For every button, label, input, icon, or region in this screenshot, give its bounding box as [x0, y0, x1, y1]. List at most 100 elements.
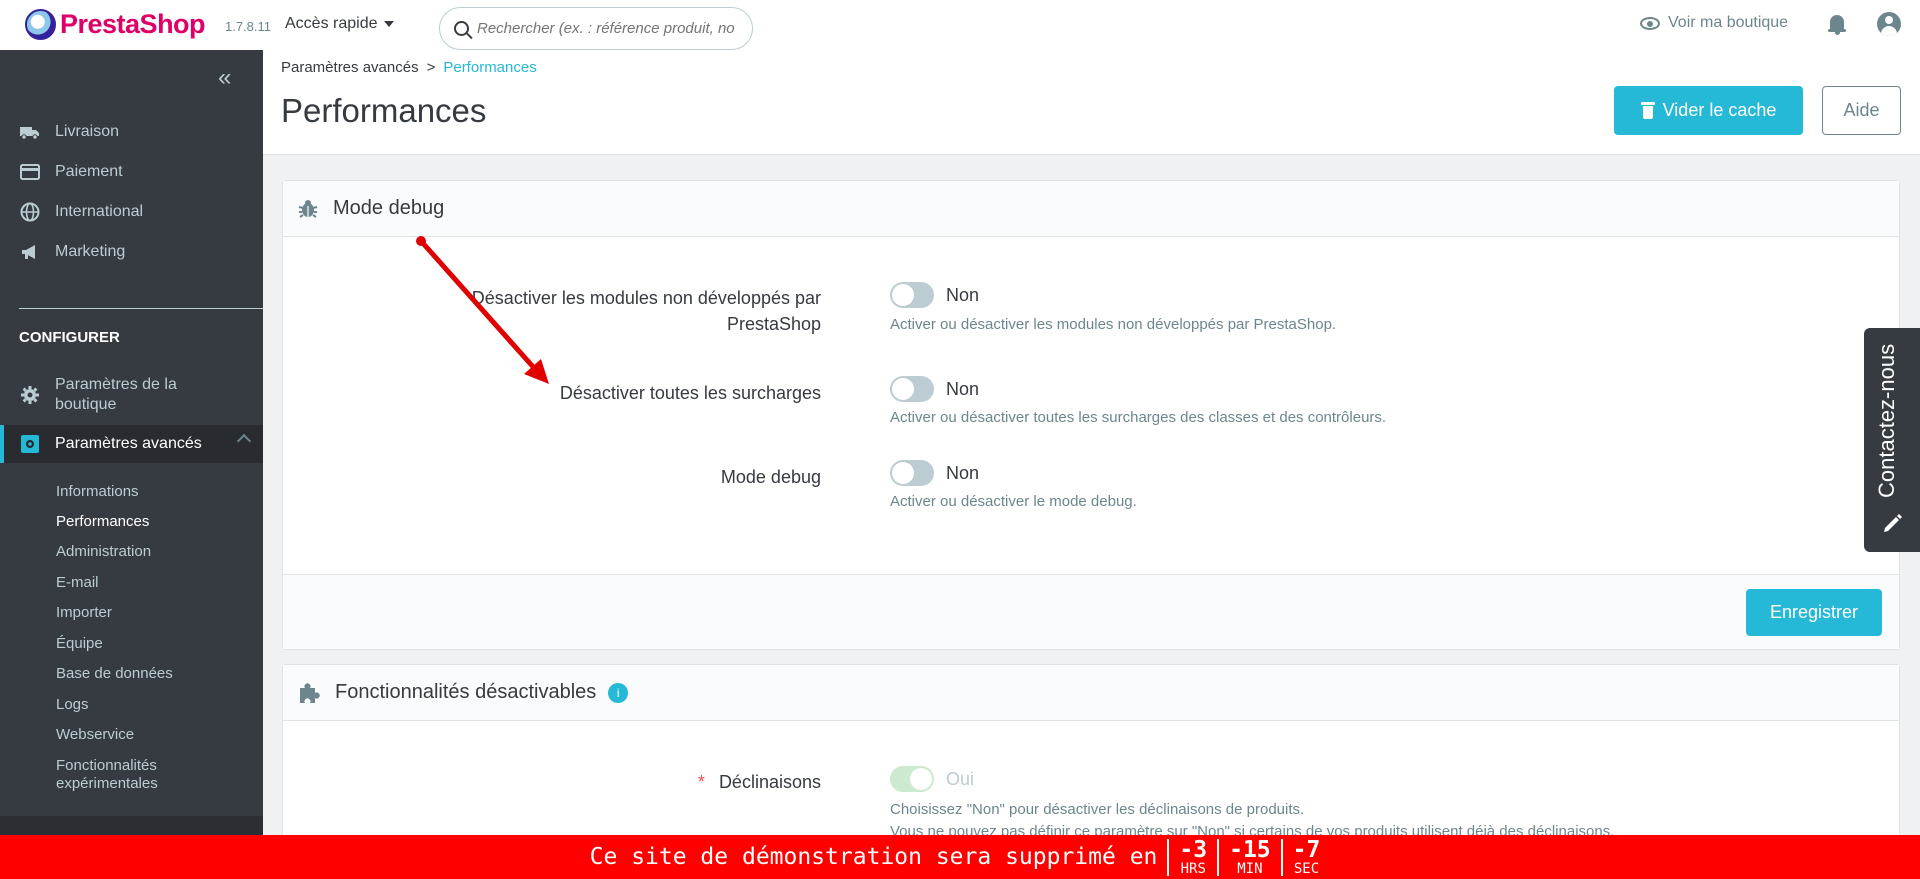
toggle-switch[interactable]: [890, 766, 934, 792]
notifications-bell-icon[interactable]: [1828, 15, 1846, 35]
sidebar-item-label: International: [55, 203, 144, 220]
puzzle-icon: [300, 682, 320, 703]
collapse-sidebar-icon[interactable]: «: [218, 64, 231, 92]
toggle-switch[interactable]: [890, 460, 934, 486]
help-text: Activer ou désactiver toutes les surchar…: [890, 409, 1387, 426]
countdown-minutes-value: -15: [1229, 836, 1271, 863]
page-title: Performances: [281, 92, 487, 129]
banner-text: Ce site de démonstration sera supprimé e…: [589, 844, 1158, 870]
submenu-item-performances[interactable]: Performances: [56, 513, 149, 530]
credit-card-icon: [20, 162, 40, 182]
sidebar-item-advanced-parameters[interactable]: Paramètres avancés: [0, 425, 263, 463]
form-label: * Déclinaisons: [401, 769, 821, 795]
form-label: Désactiver les modules non développés pa…: [471, 288, 821, 334]
info-icon[interactable]: i: [608, 682, 629, 703]
logo-text: PrestaShop: [60, 9, 206, 39]
view-shop-link[interactable]: Voir ma boutique: [1640, 14, 1788, 32]
search-icon: [454, 21, 469, 36]
toggle-value: Oui: [946, 769, 975, 789]
sidebar-item-international[interactable]: International: [0, 193, 263, 231]
countdown-seconds-unit: SEC: [1293, 860, 1320, 877]
sidebar-item-label: Marketing: [55, 243, 126, 260]
clear-cache-label: Vider le cache: [1662, 100, 1777, 120]
sidebar-section-title: CONFIGURER: [19, 329, 120, 346]
panel-heading: Fonctionnalités désactivables i: [283, 665, 1899, 721]
caret-down-icon: [383, 21, 394, 27]
submenu-item-team[interactable]: Équipe: [56, 635, 103, 652]
submenu-item-experimental-features[interactable]: Fonctionnalités expérimentales: [56, 757, 206, 793]
gear-icon: [20, 385, 40, 405]
contact-us-label: Contactez-nous: [1874, 343, 1899, 498]
form-label-text: Déclinaisons: [718, 772, 821, 792]
sidebar-item-label: Paiement: [55, 163, 123, 180]
trash-icon: [1640, 102, 1655, 119]
megaphone-icon: [20, 242, 40, 262]
contact-us-tab[interactable]: Contactez-nous: [1864, 328, 1920, 552]
countdown-hours: -3 HRS: [1167, 836, 1217, 877]
submenu-item-informations[interactable]: Informations: [56, 483, 139, 500]
countdown-minutes: -15 MIN: [1217, 836, 1281, 877]
page-header: Paramètres avancés > Performances Perfor…: [263, 50, 1920, 155]
countdown-hours-value: -3: [1179, 836, 1208, 863]
chevron-up-icon: [236, 433, 252, 449]
sidebar-item-marketing[interactable]: Marketing: [0, 233, 263, 271]
form-label: Désactiver toutes les surcharges: [559, 383, 821, 403]
submenu-item-import[interactable]: Importer: [56, 604, 112, 621]
top-header: PrestaShop 1.7.8.11 Accès rapide Voir ma…: [0, 0, 1920, 50]
panel-heading: Mode debug: [283, 181, 1899, 237]
submenu-item-webservice[interactable]: Webservice: [56, 726, 134, 743]
form-label: Mode debug: [720, 467, 821, 487]
help-button[interactable]: Aide: [1822, 86, 1901, 135]
pencil-icon: [1884, 514, 1902, 532]
sidebar-item-label: Livraison: [55, 123, 120, 140]
help-text: Activer ou désactiver les modules non dé…: [890, 316, 1337, 333]
sidebar-item-paiement[interactable]: Paiement: [0, 153, 263, 191]
panel-footer: Enregistrer: [283, 574, 1899, 649]
panel-title: Mode debug: [333, 197, 445, 219]
breadcrumb-current[interactable]: Performances: [443, 59, 536, 76]
quick-access-label: Accès rapide: [285, 15, 378, 32]
countdown-hours-unit: HRS: [1180, 860, 1206, 877]
help-text: Activer ou désactiver le mode debug.: [890, 493, 1137, 510]
quick-access-dropdown[interactable]: Accès rapide: [285, 15, 394, 33]
toggle-value: Non: [946, 463, 980, 483]
sidebar: « Livraison Paiement International Marke…: [0, 50, 263, 879]
toggle-value: Non: [946, 285, 980, 305]
bug-icon: [298, 199, 318, 218]
breadcrumb: Paramètres avancés > Performances: [281, 59, 537, 76]
sidebar-divider: [19, 308, 263, 309]
view-shop-label: Voir ma boutique: [1668, 14, 1789, 31]
truck-icon: [20, 122, 40, 142]
settings-icon: [20, 434, 40, 454]
save-button[interactable]: Enregistrer: [1746, 589, 1882, 636]
demo-countdown-banner: Ce site de démonstration sera supprimé e…: [0, 835, 1920, 879]
submenu-item-email[interactable]: E-mail: [56, 574, 99, 591]
logo-icon: [25, 9, 56, 40]
version-label: 1.7.8.11: [225, 19, 272, 34]
help-text: Choisissez "Non" pour désactiver les déc…: [890, 801, 1305, 818]
countdown-minutes-unit: MIN: [1237, 860, 1263, 877]
sidebar-item-label: Paramètres de la boutique: [55, 376, 177, 413]
optional-features-panel: Fonctionnalités désactivables i * Déclina…: [282, 664, 1900, 864]
clear-cache-button[interactable]: Vider le cache: [1614, 86, 1803, 135]
globe-icon: [20, 202, 40, 222]
submenu-item-logs[interactable]: Logs: [56, 696, 89, 713]
toggle-switch[interactable]: [890, 282, 934, 308]
prestashop-logo[interactable]: PrestaShop: [25, 9, 206, 40]
countdown-seconds: -7 SEC: [1280, 838, 1331, 877]
sidebar-item-shop-parameters[interactable]: Paramètres de la boutique: [0, 372, 263, 418]
debug-mode-panel: Mode debug Désactiver les modules non dé…: [282, 180, 1900, 650]
toggle-value: Non: [946, 379, 980, 399]
toggle-switch[interactable]: [890, 376, 934, 402]
search-box[interactable]: [439, 7, 753, 50]
search-input[interactable]: [477, 20, 737, 37]
sidebar-item-label: Paramètres avancés: [55, 435, 202, 452]
eye-icon: [1640, 16, 1660, 30]
required-mark: *: [697, 772, 705, 792]
breadcrumb-parent[interactable]: Paramètres avancés: [281, 59, 419, 76]
user-account-icon[interactable]: [1877, 12, 1901, 36]
sidebar-item-livraison[interactable]: Livraison: [0, 113, 263, 151]
breadcrumb-separator: >: [426, 59, 436, 76]
submenu-item-database[interactable]: Base de données: [56, 665, 173, 682]
submenu-item-administration[interactable]: Administration: [56, 543, 151, 560]
